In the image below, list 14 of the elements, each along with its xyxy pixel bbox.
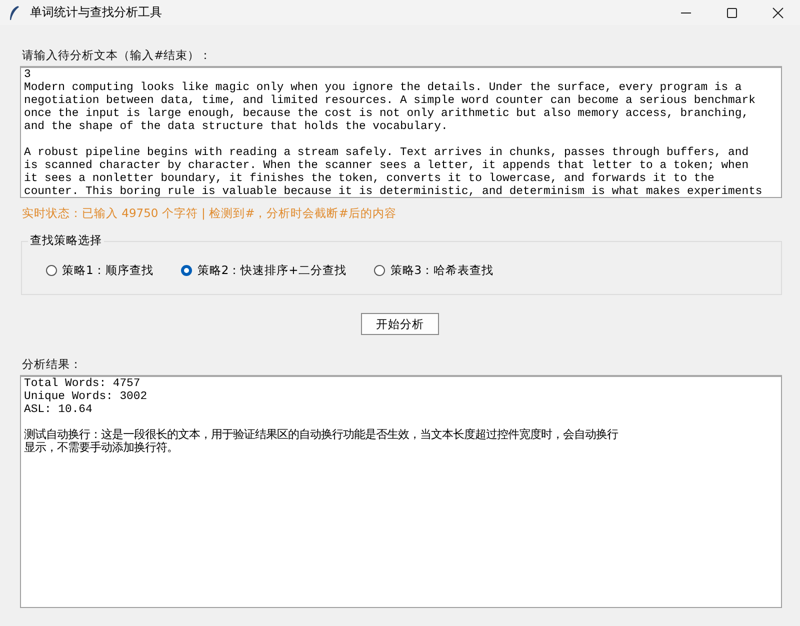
radio-button[interactable] — [46, 264, 57, 276]
results-text-area[interactable]: Total Words: 4757 Unique Words: 3002 ASL: 10.64 测试自动换行：这是一段很长的文本，用于验证结果区的自动换行功能是否生效，当文本长度超过控件宽度时，会自动换行 显示，不需要手动添加换行符。 — [20, 375, 782, 608]
close-icon[interactable] — [772, 6, 784, 18]
start-analysis-button[interactable]: 开始分析 — [361, 313, 439, 335]
results-label: 分析结果： — [22, 357, 83, 372]
input-label: 请输入待分析文本（输入#结束）： — [22, 48, 213, 63]
window-title: 单词统计与查找分析工具 — [30, 4, 162, 21]
radio-button[interactable] — [181, 264, 192, 276]
text-input-area[interactable]: 3 Modern computing looks like magic only when you ignore the details. Under the surface, every program is a negotiation between data, time, and limited resources. A simple word counter can become a serious benchmark once the input is large enough, because the cost is not only arithmetic but also memory access, branching, and the shape of the data structure that holds the vocabulary. A robust pipeline begins with reading a stream safely. Text arrives in chunks, passes through buffers, and is scanned character by character. When the scanner sees a letter, it appends that letter to a token; when it sees a nonletter boundary, it finishes the token, converts it to lowercase, and forwards it to the counter. This boring rule is valuable because it is deterministic, and determinism is what makes experiments — [20, 66, 782, 198]
radio-button[interactable] — [374, 264, 386, 276]
status-text: 实时状态：已输入 49750 个字符 | 检测到#，分析时会截断#后的内容 — [22, 206, 398, 221]
maximize-icon[interactable] — [726, 6, 738, 18]
strategy-group-title: 查找策略选择 — [28, 233, 104, 248]
feather-icon — [8, 4, 20, 20]
